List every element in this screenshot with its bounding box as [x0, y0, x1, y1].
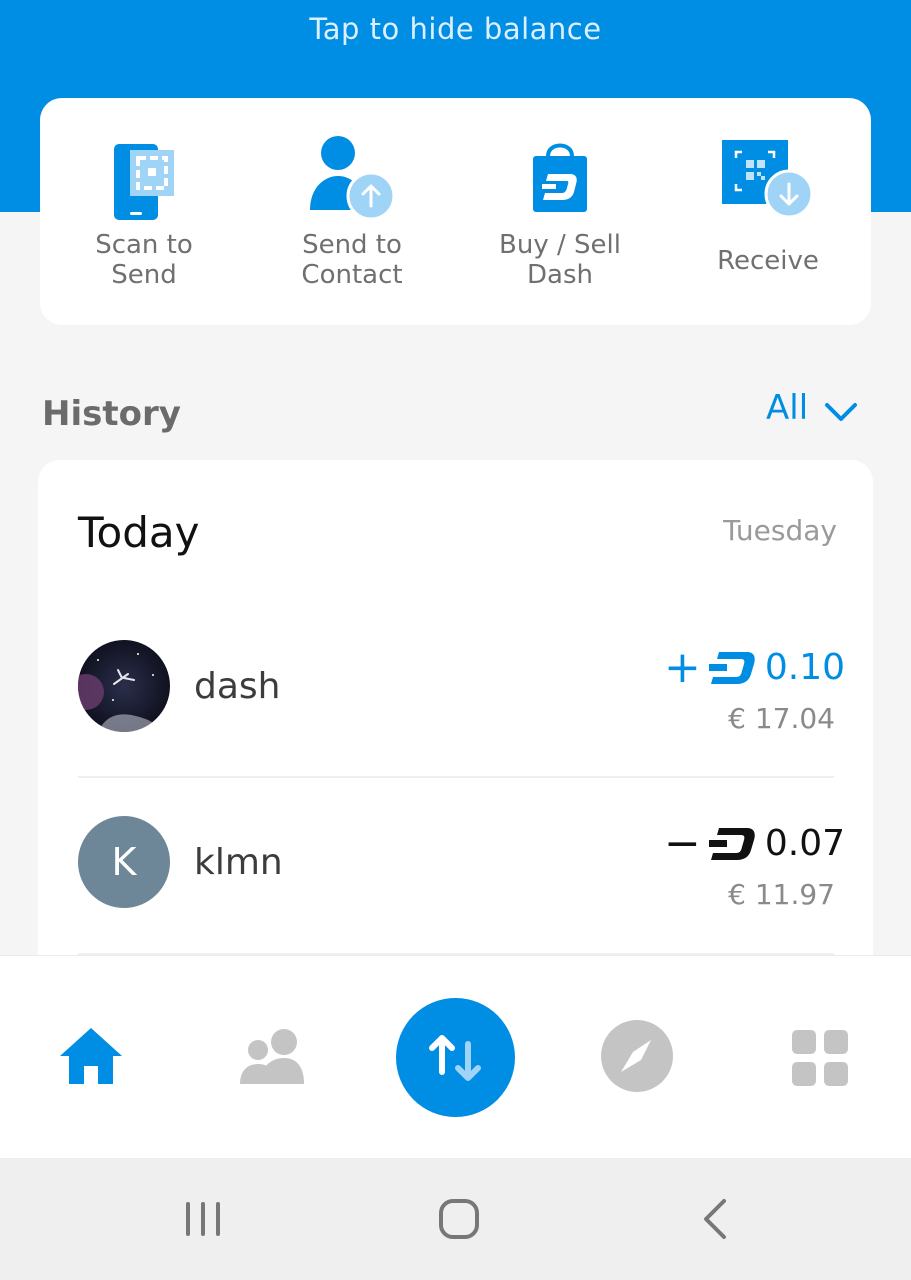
- send-to-contact-button[interactable]: Send to Contact: [248, 98, 456, 325]
- hide-balance-toggle[interactable]: Tap to hide balance: [0, 12, 911, 46]
- scan-to-send-label: Scan to Send: [95, 230, 193, 290]
- contact-send-icon: [248, 136, 456, 226]
- system-nav-bar: [0, 1158, 911, 1280]
- home-system-icon[interactable]: [438, 1198, 480, 1244]
- quick-actions-card: Scan to Send Send to Contact Buy / Sell …: [40, 98, 871, 325]
- transaction-row[interactable]: K klmn − 0.07 € 11.97: [38, 778, 873, 954]
- contacts-icon[interactable]: [240, 1028, 306, 1090]
- scan-qr-icon: [40, 136, 248, 226]
- back-icon[interactable]: [700, 1198, 730, 1244]
- transaction-name: klmn: [194, 842, 283, 883]
- recent-apps-icon[interactable]: [184, 1200, 222, 1242]
- transaction-amount: − 0.07: [664, 818, 845, 869]
- receive-button[interactable]: Receive: [664, 98, 872, 325]
- transaction-row[interactable]: dash + 0.10 € 17.04: [38, 600, 873, 776]
- transaction-fiat: € 17.04: [728, 702, 835, 735]
- chevron-down-icon: [825, 403, 857, 421]
- transaction-avatar: K: [78, 816, 170, 908]
- shopping-bag-dash-icon: [456, 136, 664, 226]
- history-filter-label: All: [766, 388, 809, 428]
- transaction-amount-value: 0.10: [764, 647, 845, 688]
- buy-sell-dash-label: Buy / Sell Dash: [499, 230, 621, 290]
- history-card: Today Tuesday dash + 0.10 € 17.04 K klmn…: [38, 460, 873, 980]
- dash-logo-icon: [708, 651, 755, 684]
- send-receive-icon: [429, 1035, 481, 1081]
- transaction-fiat: € 11.97: [728, 878, 835, 911]
- history-filter-dropdown[interactable]: All: [766, 388, 857, 428]
- transaction-name: dash: [194, 666, 281, 707]
- history-group-weekday: Tuesday: [723, 514, 837, 547]
- transaction-amount: + 0.10: [664, 642, 845, 693]
- home-icon[interactable]: [58, 1026, 124, 1090]
- history-title: History: [42, 394, 181, 434]
- explore-icon[interactable]: [601, 1020, 673, 1096]
- transaction-avatar: [78, 640, 170, 732]
- send-to-contact-label: Send to Contact: [301, 230, 403, 290]
- transaction-amount-value: 0.07: [764, 823, 845, 864]
- scan-to-send-button[interactable]: Scan to Send: [40, 98, 248, 325]
- avatar-letter: K: [111, 840, 137, 884]
- dash-logo-icon: [708, 827, 755, 860]
- history-group-title: Today: [78, 508, 200, 557]
- send-receive-button[interactable]: [396, 998, 515, 1117]
- receive-label: Receive: [717, 246, 819, 276]
- transaction-sign: −: [663, 818, 701, 869]
- more-apps-icon[interactable]: [792, 1030, 848, 1090]
- transaction-sign: +: [663, 642, 701, 693]
- buy-sell-dash-button[interactable]: Buy / Sell Dash: [456, 98, 664, 325]
- receive-qr-icon: [664, 136, 872, 226]
